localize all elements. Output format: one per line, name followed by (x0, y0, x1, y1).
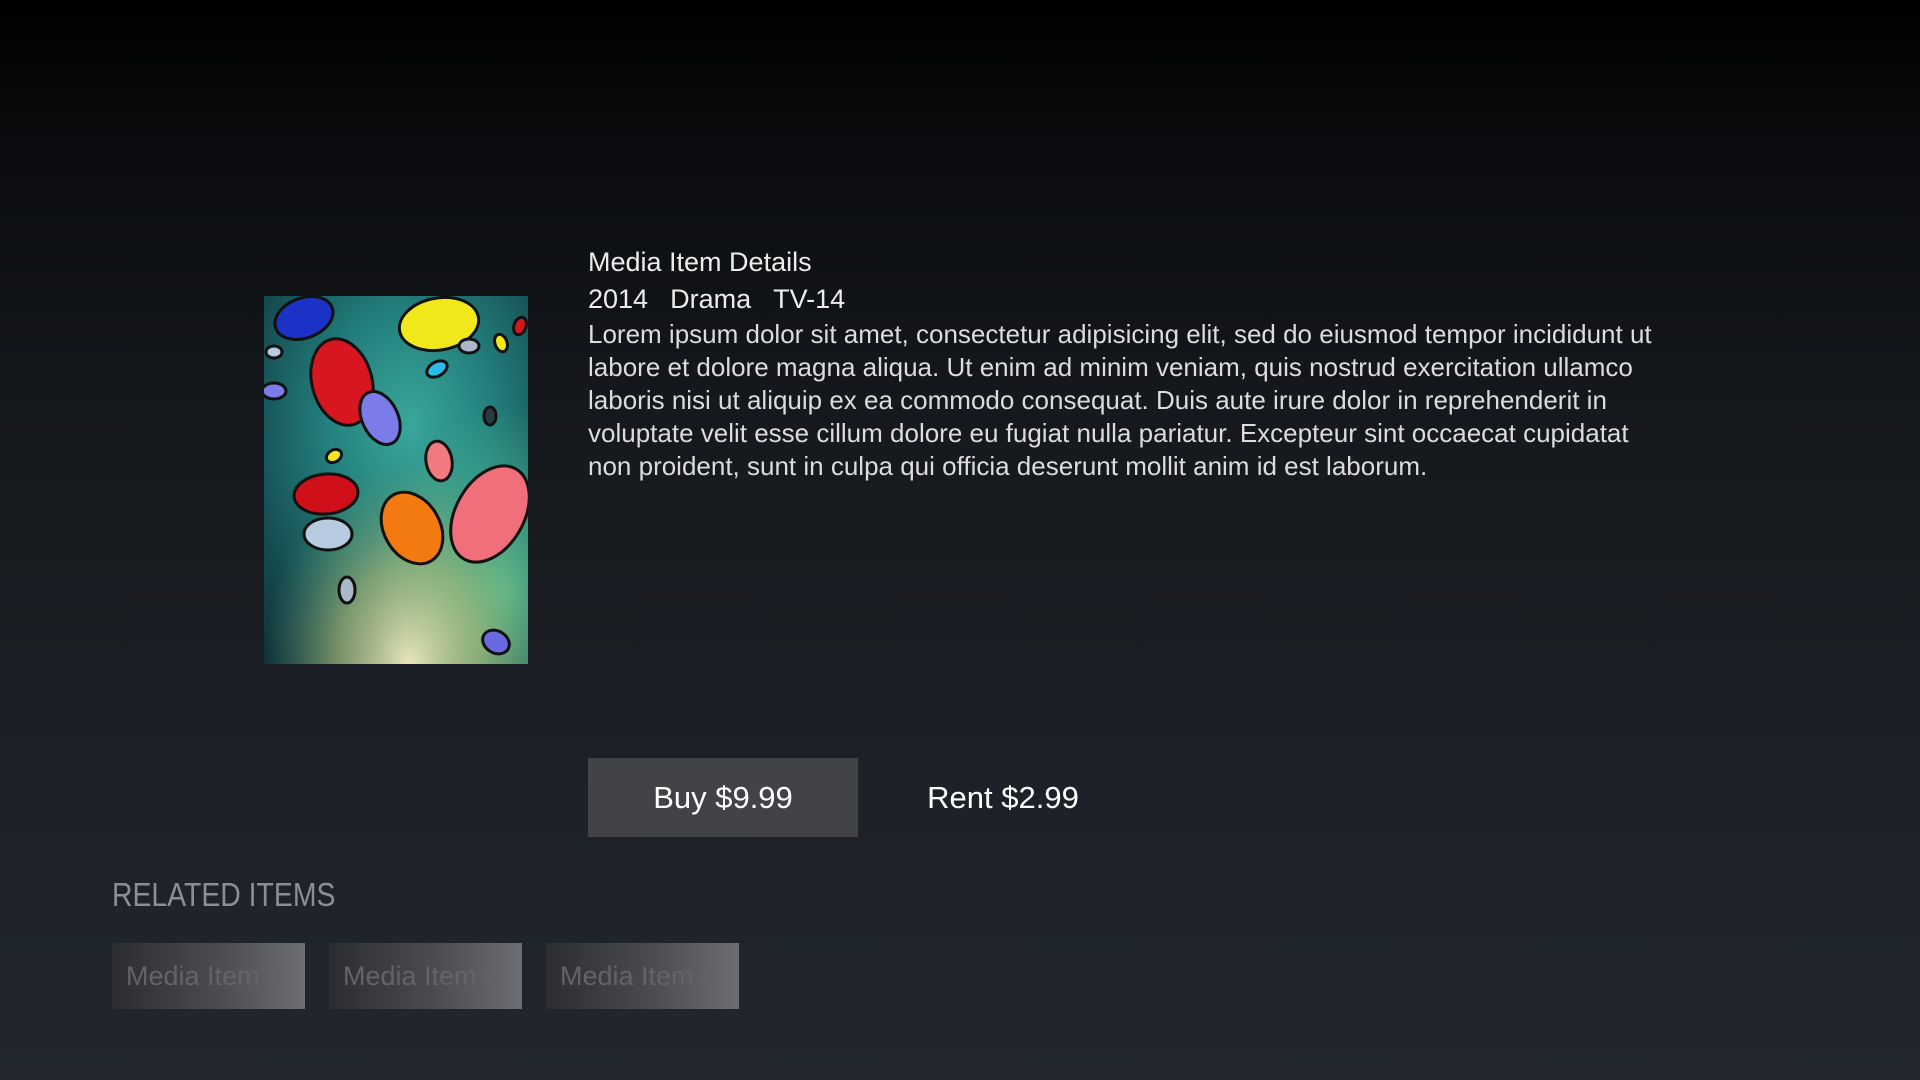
related-item-card-1[interactable]: Media Item 1 (112, 943, 305, 1009)
media-meta: 2014 Drama TV-14 (588, 280, 1668, 318)
jelly-beans-poster (264, 296, 528, 664)
buy-button[interactable]: Buy $9.99 (588, 758, 858, 837)
media-rating: TV-14 (773, 284, 846, 314)
related-items-header: RELATED ITEMS (112, 876, 336, 913)
media-genre: Drama (670, 284, 752, 314)
related-item-card-2[interactable]: Media Item 2 (329, 943, 522, 1009)
related-items-row: Media Item 1 Media Item 2 Media Item 3 (112, 943, 739, 1009)
poster-image (264, 296, 528, 664)
related-item-card-3[interactable]: Media Item 3 (546, 943, 739, 1009)
media-title: Media Item Details (588, 247, 812, 277)
rent-button[interactable]: Rent $2.99 (858, 758, 1148, 837)
details-panel: Media Item Details 2014 Drama TV-14 Lore… (588, 244, 1668, 483)
action-row: Buy $9.99 Rent $2.99 (588, 758, 1148, 837)
media-year: 2014 (588, 284, 649, 314)
media-description: Lorem ipsum dolor sit amet, consectetur … (588, 319, 1652, 481)
